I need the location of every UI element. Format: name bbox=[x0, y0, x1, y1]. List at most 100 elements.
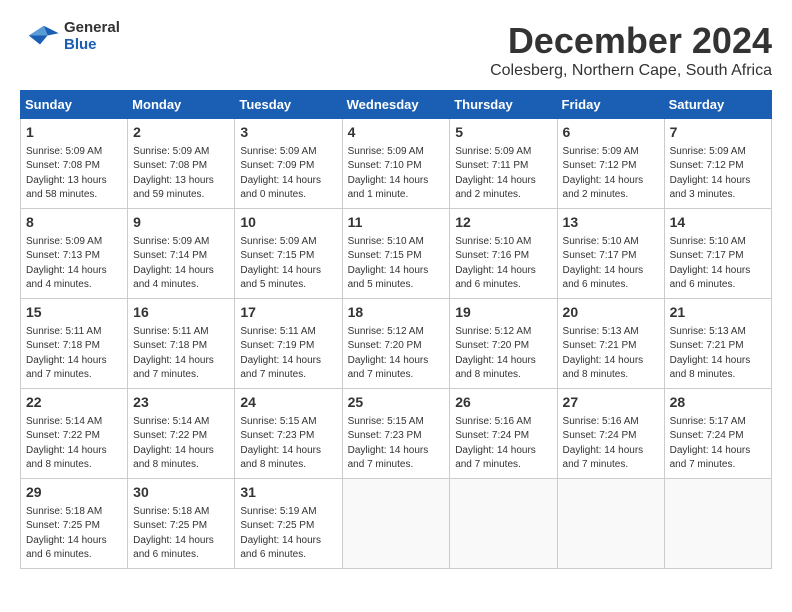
calendar-cell: 14Sunrise: 5:10 AM Sunset: 7:17 PM Dayli… bbox=[664, 209, 771, 299]
calendar-cell: 4Sunrise: 5:09 AM Sunset: 7:10 PM Daylig… bbox=[342, 119, 450, 209]
day-number: 28 bbox=[670, 393, 766, 413]
day-info: Sunrise: 5:09 AM Sunset: 7:11 PM Dayligh… bbox=[455, 145, 551, 203]
calendar-cell: 3Sunrise: 5:09 AM Sunset: 7:09 PM Daylig… bbox=[235, 119, 342, 209]
day-number: 7 bbox=[670, 123, 766, 143]
calendar-cell: 29Sunrise: 5:18 AM Sunset: 7:25 PM Dayli… bbox=[21, 479, 128, 569]
day-info: Sunrise: 5:09 AM Sunset: 7:15 PM Dayligh… bbox=[240, 235, 336, 293]
weekday-header-thursday: Thursday bbox=[450, 91, 557, 119]
day-number: 30 bbox=[133, 483, 229, 503]
calendar-cell: 10Sunrise: 5:09 AM Sunset: 7:15 PM Dayli… bbox=[235, 209, 342, 299]
calendar-cell: 24Sunrise: 5:15 AM Sunset: 7:23 PM Dayli… bbox=[235, 389, 342, 479]
logo-blue: Blue bbox=[64, 36, 97, 53]
calendar-week-row: 22 Sunrise: 5:14 AM Sunset: 7:22 PM Dayli… bbox=[21, 389, 772, 479]
day-info: Sunrise: 5:17 AM Sunset: 7:24 PM Dayligh… bbox=[670, 415, 766, 473]
calendar-week-row: 8Sunrise: 5:09 AM Sunset: 7:13 PM Daylig… bbox=[21, 209, 772, 299]
weekday-header-saturday: Saturday bbox=[664, 91, 771, 119]
calendar-cell: 19Sunrise: 5:12 AM Sunset: 7:20 PM Dayli… bbox=[450, 299, 557, 389]
weekday-header-sunday: Sunday bbox=[21, 91, 128, 119]
day-info: Sunrise: 5:09 AM Sunset: 7:09 PM Dayligh… bbox=[240, 145, 336, 203]
title-block: December 2024 Colesberg, Northern Cape, … bbox=[490, 20, 772, 80]
day-number: 3 bbox=[240, 123, 336, 143]
calendar-cell bbox=[342, 479, 450, 569]
calendar-cell: 31Sunrise: 5:19 AM Sunset: 7:25 PM Dayli… bbox=[235, 479, 342, 569]
day-info: Sunrise: 5:10 AM Sunset: 7:16 PM Dayligh… bbox=[455, 235, 551, 293]
day-number: 26 bbox=[455, 393, 551, 413]
calendar-cell: 22Sunrise: 5:14 AM Sunset: 7:22 PM Dayli… bbox=[21, 389, 128, 479]
weekday-header-tuesday: Tuesday bbox=[235, 91, 342, 119]
calendar-table: SundayMondayTuesdayWednesdayThursdayFrid… bbox=[20, 90, 772, 569]
calendar-cell: 17Sunrise: 5:11 AM Sunset: 7:19 PM Dayli… bbox=[235, 299, 342, 389]
day-number: 16 bbox=[133, 303, 229, 323]
calendar-cell: 6Sunrise: 5:09 AM Sunset: 7:12 PM Daylig… bbox=[557, 119, 664, 209]
page-header: General Blue December 2024 Colesberg, No… bbox=[20, 20, 772, 80]
day-info: Sunrise: 5:12 AM Sunset: 7:20 PM Dayligh… bbox=[348, 325, 445, 383]
calendar-cell: 9Sunrise: 5:09 AM Sunset: 7:14 PM Daylig… bbox=[128, 209, 235, 299]
calendar-week-row: 29Sunrise: 5:18 AM Sunset: 7:25 PM Dayli… bbox=[21, 479, 772, 569]
calendar-cell: 13Sunrise: 5:10 AM Sunset: 7:17 PM Dayli… bbox=[557, 209, 664, 299]
calendar-cell: 23Sunrise: 5:14 AM Sunset: 7:22 PM Dayli… bbox=[128, 389, 235, 479]
calendar-cell: 25Sunrise: 5:15 AM Sunset: 7:23 PM Dayli… bbox=[342, 389, 450, 479]
day-number: 18 bbox=[348, 303, 445, 323]
day-number: 4 bbox=[348, 123, 445, 143]
day-number: 10 bbox=[240, 213, 336, 233]
calendar-cell: 1Sunrise: 5:09 AM Sunset: 7:08 PM Daylig… bbox=[21, 119, 128, 209]
calendar-cell bbox=[557, 479, 664, 569]
calendar-cell: 8Sunrise: 5:09 AM Sunset: 7:13 PM Daylig… bbox=[21, 209, 128, 299]
logo-icon bbox=[20, 22, 60, 52]
calendar-cell: 12Sunrise: 5:10 AM Sunset: 7:16 PM Dayli… bbox=[450, 209, 557, 299]
day-info: Sunrise: 5:15 AM Sunset: 7:23 PM Dayligh… bbox=[240, 415, 336, 473]
day-number: 27 bbox=[563, 393, 659, 413]
day-number: 20 bbox=[563, 303, 659, 323]
day-info: Sunrise: 5:18 AM Sunset: 7:25 PM Dayligh… bbox=[26, 505, 122, 563]
weekday-header-monday: Monday bbox=[128, 91, 235, 119]
calendar-cell: 16Sunrise: 5:11 AM Sunset: 7:18 PM Dayli… bbox=[128, 299, 235, 389]
day-number: 24 bbox=[240, 393, 336, 413]
day-number: 1 bbox=[26, 123, 122, 143]
day-info: Sunrise: 5:09 AM Sunset: 7:14 PM Dayligh… bbox=[133, 235, 229, 293]
day-info: Sunrise: 5:09 AM Sunset: 7:08 PM Dayligh… bbox=[26, 145, 122, 203]
calendar-cell: 15Sunrise: 5:11 AM Sunset: 7:18 PM Dayli… bbox=[21, 299, 128, 389]
day-number: 5 bbox=[455, 123, 551, 143]
calendar-cell: 30Sunrise: 5:18 AM Sunset: 7:25 PM Dayli… bbox=[128, 479, 235, 569]
day-number: 31 bbox=[240, 483, 336, 503]
weekday-header-friday: Friday bbox=[557, 91, 664, 119]
day-number: 17 bbox=[240, 303, 336, 323]
day-info: Sunrise: 5:16 AM Sunset: 7:24 PM Dayligh… bbox=[455, 415, 551, 473]
day-info: Sunrise: 5:19 AM Sunset: 7:25 PM Dayligh… bbox=[240, 505, 336, 563]
day-info: Sunrise: 5:09 AM Sunset: 7:10 PM Dayligh… bbox=[348, 145, 445, 203]
calendar-cell: 2Sunrise: 5:09 AM Sunset: 7:08 PM Daylig… bbox=[128, 119, 235, 209]
day-info: Sunrise: 5:09 AM Sunset: 7:12 PM Dayligh… bbox=[670, 145, 766, 203]
day-number: 25 bbox=[348, 393, 445, 413]
calendar-cell: 26Sunrise: 5:16 AM Sunset: 7:24 PM Dayli… bbox=[450, 389, 557, 479]
calendar-cell: 27Sunrise: 5:16 AM Sunset: 7:24 PM Dayli… bbox=[557, 389, 664, 479]
day-info: Sunrise: 5:09 AM Sunset: 7:08 PM Dayligh… bbox=[133, 145, 229, 203]
day-info: Sunrise: 5:09 AM Sunset: 7:13 PM Dayligh… bbox=[26, 235, 122, 293]
day-info: Sunrise: 5:11 AM Sunset: 7:19 PM Dayligh… bbox=[240, 325, 336, 383]
calendar-week-row: 1Sunrise: 5:09 AM Sunset: 7:08 PM Daylig… bbox=[21, 119, 772, 209]
day-number: 29 bbox=[26, 483, 122, 503]
calendar-cell: 5Sunrise: 5:09 AM Sunset: 7:11 PM Daylig… bbox=[450, 119, 557, 209]
day-info: Sunrise: 5:11 AM Sunset: 7:18 PM Dayligh… bbox=[26, 325, 122, 383]
day-info: Sunrise: 5:14 AM Sunset: 7:22 PM Dayligh… bbox=[133, 415, 229, 473]
day-number: 9 bbox=[133, 213, 229, 233]
day-number: 13 bbox=[563, 213, 659, 233]
location-title: Colesberg, Northern Cape, South Africa bbox=[490, 62, 772, 80]
day-info: Sunrise: 5:09 AM Sunset: 7:12 PM Dayligh… bbox=[563, 145, 659, 203]
day-info: Sunrise: 5:10 AM Sunset: 7:17 PM Dayligh… bbox=[563, 235, 659, 293]
day-info: Sunrise: 5:13 AM Sunset: 7:21 PM Dayligh… bbox=[670, 325, 766, 383]
day-number: 14 bbox=[670, 213, 766, 233]
day-number: 6 bbox=[563, 123, 659, 143]
month-title: December 2024 bbox=[490, 20, 772, 62]
day-number: 8 bbox=[26, 213, 122, 233]
calendar-cell: 18Sunrise: 5:12 AM Sunset: 7:20 PM Dayli… bbox=[342, 299, 450, 389]
logo-text: General Blue bbox=[64, 20, 120, 53]
day-number: 22 bbox=[26, 393, 122, 413]
calendar-cell: 11Sunrise: 5:10 AM Sunset: 7:15 PM Dayli… bbox=[342, 209, 450, 299]
day-number: 15 bbox=[26, 303, 122, 323]
weekday-header-wednesday: Wednesday bbox=[342, 91, 450, 119]
day-info: Sunrise: 5:18 AM Sunset: 7:25 PM Dayligh… bbox=[133, 505, 229, 563]
calendar-cell bbox=[664, 479, 771, 569]
logo: General Blue bbox=[20, 20, 120, 53]
day-number: 12 bbox=[455, 213, 551, 233]
calendar-week-row: 15Sunrise: 5:11 AM Sunset: 7:18 PM Dayli… bbox=[21, 299, 772, 389]
